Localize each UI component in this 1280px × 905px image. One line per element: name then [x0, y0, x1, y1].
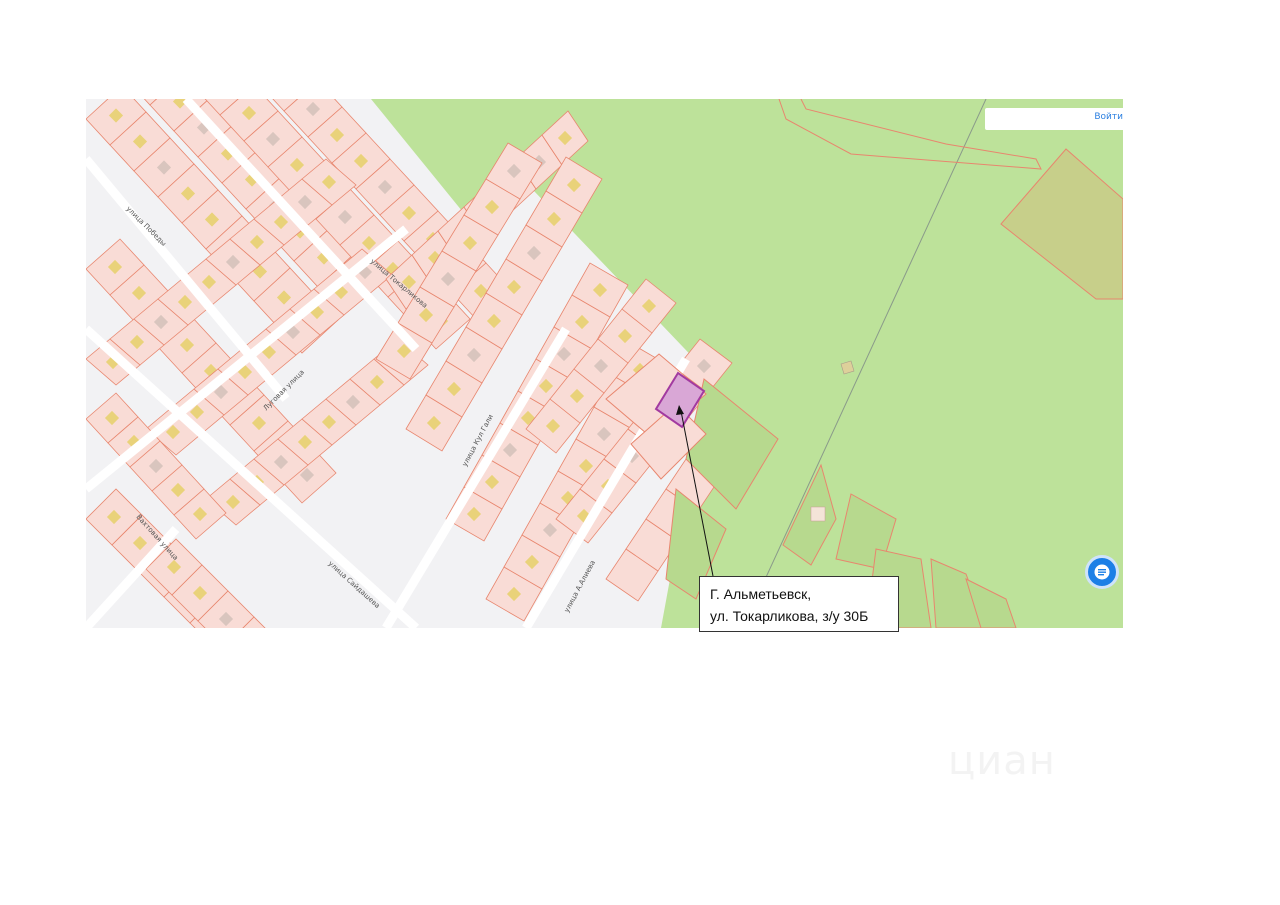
callout-address: ул. Токарликова, з/у 30Б — [710, 608, 869, 624]
chat-button[interactable] — [1085, 555, 1119, 589]
address-callout: Г. Альметьевск, ул. Токарликова, з/у 30Б — [699, 576, 899, 632]
login-button[interactable]: Войти — [1094, 112, 1123, 122]
street-label-a-alieva: улица А.Алиева — [563, 559, 597, 614]
cadastral-map[interactable]: улица Победы улица Токарликова Луговая у… — [86, 99, 1123, 628]
callout-city: Г. Альметьевск, — [710, 586, 812, 602]
chat-bubble-icon — [1094, 564, 1110, 580]
login-panel: Войти — [985, 108, 1123, 130]
cian-watermark: циан — [948, 738, 1056, 784]
map-canvas[interactable]: улица Победы улица Токарликова Луговая у… — [86, 99, 1123, 628]
small-plot-14 — [810, 506, 826, 522]
street-label-pobedy: улица Победы — [125, 205, 168, 248]
